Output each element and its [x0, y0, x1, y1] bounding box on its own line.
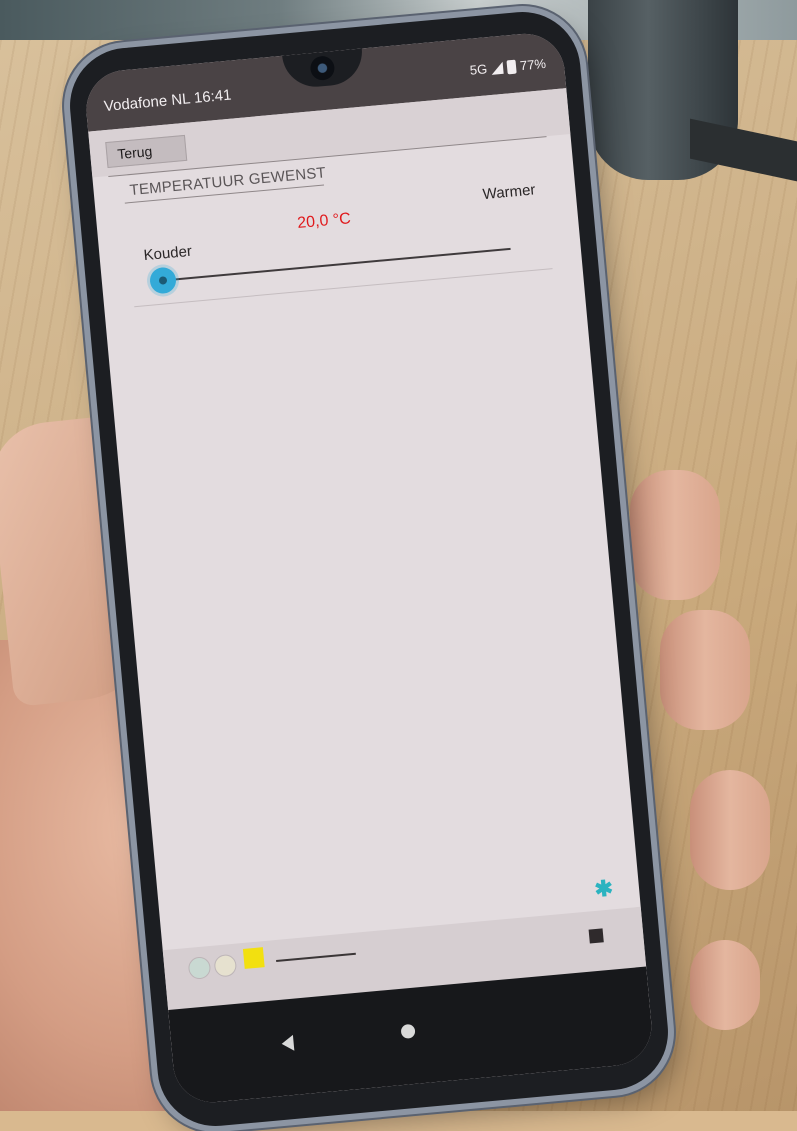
finger: [660, 610, 750, 730]
temperature-unit: °C: [332, 210, 352, 229]
battery-level: 77%: [519, 55, 547, 74]
temperature-value: 20,0: [296, 212, 330, 233]
bluetooth-icon[interactable]: ✱: [593, 875, 614, 903]
status-icons: 5G 77%: [469, 56, 546, 78]
status-time: 16:41: [193, 86, 233, 107]
nav-back-icon[interactable]: [280, 1034, 295, 1052]
nav-home-icon[interactable]: [400, 1023, 416, 1039]
slider-divider: [134, 268, 553, 308]
signal-icon: [490, 61, 504, 75]
phone-screen: Vodafone NL 16:41 5G 77% Terug TEMPERATU…: [82, 30, 655, 1106]
carrier-name: Vodafone NL: [103, 90, 191, 116]
label-warmer: Warmer: [481, 181, 537, 204]
finger: [690, 770, 770, 890]
temperature-readout: 20,0 °C: [297, 210, 352, 233]
battery-icon: [506, 59, 517, 74]
finger: [690, 940, 760, 1030]
stop-icon[interactable]: [588, 928, 604, 944]
status-indicator-yellow: [242, 947, 265, 969]
finger: [630, 470, 720, 600]
network-label: 5G: [469, 61, 488, 78]
status-carrier-time: Vodafone NL 16:41: [103, 87, 232, 116]
smartphone: Vodafone NL 16:41 5G 77% Terug TEMPERATU…: [65, 7, 673, 1131]
temperature-slider-thumb[interactable]: [148, 266, 178, 295]
label-colder: Kouder: [142, 242, 193, 265]
